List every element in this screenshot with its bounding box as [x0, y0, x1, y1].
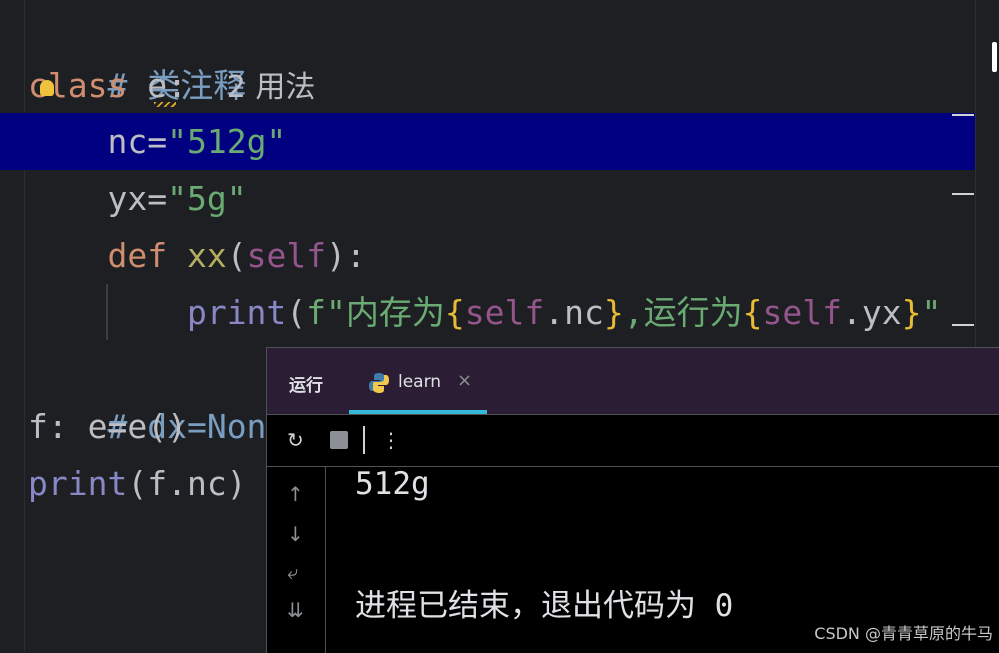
output-line: 512g	[355, 466, 430, 502]
run-tool-window: 运行 learn × ↻ ⋮ ↑ ↓ ⤶ ⇊ 512g 进程已结束，退出代码为 …	[266, 347, 999, 653]
brace-close: }	[603, 293, 624, 332]
fstring-start: f"内存为	[306, 293, 445, 332]
code-line-3[interactable]: nc="512g"	[28, 113, 286, 170]
string-literal: "5g"	[167, 179, 247, 218]
output-line: 进程已结束，退出代码为 0	[355, 588, 734, 624]
run-panel-header: 运行 learn ×	[267, 348, 999, 415]
lightbulb-icon[interactable]	[40, 80, 54, 96]
code-line-6[interactable]: print(f"内存为{self.nc},运行为{self.yx}"	[28, 284, 941, 341]
soft-wrap-icon[interactable]: ⤶	[287, 560, 298, 584]
brace-open: {	[444, 293, 465, 332]
class-name: e	[147, 66, 168, 105]
rerun-icon[interactable]: ↻	[287, 429, 304, 451]
run-panel-title: 运行	[289, 376, 323, 396]
scroll-to-end-icon[interactable]: ⇊	[287, 598, 304, 622]
scroll-marker	[952, 324, 974, 326]
code-text: f: e=e()	[28, 407, 187, 446]
code-line-8[interactable]: f: e=e()	[28, 398, 187, 455]
stop-icon[interactable]	[330, 431, 348, 449]
fstring-mid: ,运行为	[623, 293, 743, 332]
function-name: xx	[186, 236, 227, 275]
code-line-9[interactable]: print(f.nc)	[28, 455, 247, 512]
python-icon	[369, 373, 389, 393]
code-line-5[interactable]: def xx(self):	[28, 227, 366, 284]
arrow-up-icon[interactable]: ↑	[287, 482, 304, 506]
self-param: self	[246, 236, 327, 275]
scroll-marker	[952, 193, 974, 195]
code-line-7[interactable]: # dx=None	[28, 341, 286, 446]
warning-squiggle	[154, 102, 176, 107]
toolbar-separator	[363, 426, 365, 454]
scroll-thumb[interactable]	[992, 42, 997, 72]
code-line-4[interactable]: yx="5g"	[28, 170, 247, 227]
builtin-print: print	[28, 464, 128, 503]
code-text: (f.nc)	[127, 464, 247, 503]
brace-close: }	[901, 293, 922, 332]
builtin-print: print	[186, 293, 287, 332]
paren-open: (	[286, 293, 307, 332]
paren-close: ):	[326, 236, 366, 275]
tab-learn[interactable]: learn ×	[349, 348, 487, 414]
var-assign: yx=	[107, 179, 168, 218]
keyword-def: def	[107, 236, 168, 275]
attr-nc: .nc	[544, 293, 604, 332]
self-ref: self	[464, 293, 545, 332]
arrow-down-icon[interactable]: ↓	[287, 522, 304, 546]
scroll-marker	[952, 114, 974, 116]
fstring-end: "	[921, 293, 942, 332]
tab-label: learn	[398, 372, 442, 392]
attr-yx: .yx	[842, 293, 902, 332]
var-assign: nc=	[107, 122, 168, 161]
string-literal: "512g"	[167, 122, 287, 161]
watermark: CSDN @青青草原的牛马	[814, 624, 993, 643]
gutter-divider	[24, 0, 25, 652]
run-toolbar: ↻ ⋮	[267, 414, 999, 467]
console-side-toolbar: ↑ ↓ ⤶ ⇊	[267, 466, 326, 653]
code-line-1[interactable]: # 类注释	[28, 0, 246, 105]
paren-open: (	[226, 236, 247, 275]
self-ref: self	[762, 293, 842, 332]
usages-hint[interactable]: 2 用法	[227, 70, 316, 105]
more-options-icon[interactable]: ⋮	[381, 429, 401, 451]
keyword-class-b: lass	[47, 66, 128, 105]
colon: :	[167, 66, 187, 105]
brace-open: {	[742, 293, 763, 332]
close-icon[interactable]: ×	[457, 370, 472, 391]
